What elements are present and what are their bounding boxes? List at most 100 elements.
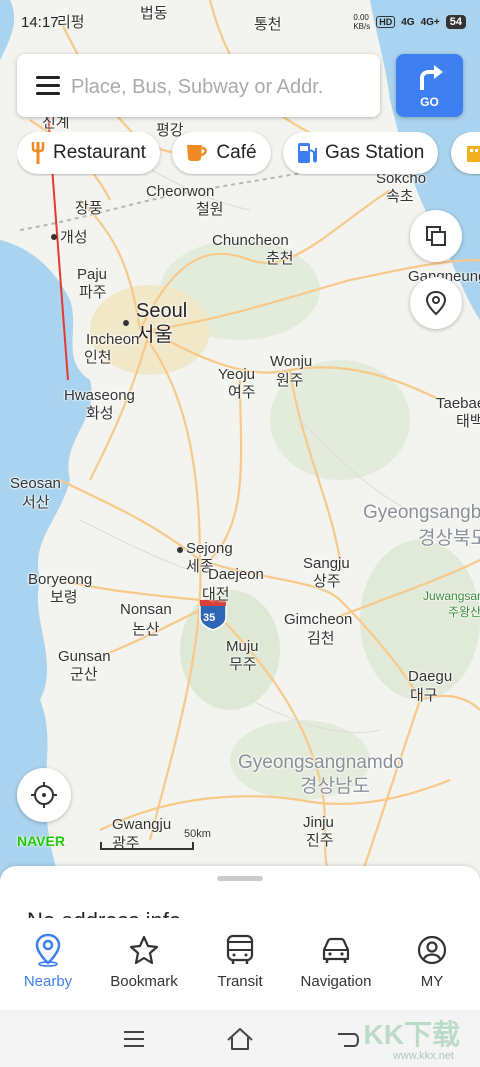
map-label: Gwangju bbox=[112, 816, 172, 833]
bottom-sheet[interactable]: No address info bbox=[0, 866, 480, 926]
building-icon bbox=[466, 146, 480, 162]
search-bar[interactable] bbox=[17, 54, 380, 117]
go-directions-button[interactable]: GO bbox=[396, 54, 463, 117]
menu-lines-icon bbox=[124, 1031, 144, 1047]
map-label: Juwangsan bbox=[423, 589, 480, 603]
tab-my-label: MY bbox=[420, 973, 444, 990]
status-time: 14:17 bbox=[21, 14, 59, 31]
map-label: Daejeon bbox=[208, 566, 264, 583]
map-label: 진주 bbox=[306, 832, 334, 849]
map-label: 보령 bbox=[50, 589, 78, 606]
location-pin-icon bbox=[35, 933, 61, 967]
map-label: 서울 bbox=[136, 324, 173, 346]
map-label: 주왕산 bbox=[448, 605, 480, 619]
go-label: GO bbox=[420, 95, 439, 109]
map-label: 장풍 bbox=[75, 200, 103, 217]
signal-4g-plus-icon: 4G+ bbox=[420, 16, 440, 28]
map-label: 인천 bbox=[84, 349, 112, 366]
map-label: 경상북도 bbox=[418, 528, 480, 549]
status-bar: 14:17 0.00 KB/s HD 4G 4G+ 54 bbox=[0, 0, 480, 46]
home-icon bbox=[227, 1028, 253, 1050]
map-label: Wonju bbox=[270, 353, 313, 370]
map-label: Seoul bbox=[136, 300, 188, 322]
search-input[interactable] bbox=[69, 69, 373, 105]
tab-nearby[interactable]: Nearby bbox=[0, 918, 96, 1010]
tab-transit-label: Transit bbox=[217, 973, 263, 990]
pin-button[interactable] bbox=[410, 277, 462, 329]
my-location-button[interactable] bbox=[17, 768, 71, 822]
map-label: 무주 bbox=[229, 656, 257, 673]
map-label: Incheon bbox=[86, 331, 140, 348]
map-label: Gunsan bbox=[58, 648, 111, 665]
map-label: 춘천 bbox=[266, 250, 294, 267]
sys-back-button[interactable] bbox=[333, 1026, 363, 1052]
tab-bookmark-label: Bookmark bbox=[110, 973, 178, 990]
map-label: Jinju bbox=[303, 814, 334, 831]
map-label: Cheorwon bbox=[146, 183, 215, 200]
map-label: Chuncheon bbox=[212, 232, 289, 249]
map-label: 태백 bbox=[456, 413, 480, 430]
watermark-url: www.kkx.net bbox=[392, 1050, 454, 1062]
tab-my[interactable]: MY bbox=[384, 918, 480, 1010]
map-label: 대구 bbox=[410, 687, 438, 704]
map-label: Daegu bbox=[408, 668, 453, 685]
chip-gas-station[interactable]: Gas Station bbox=[283, 132, 439, 174]
map-label: 군산 bbox=[70, 666, 98, 683]
map-label: Hwaseong bbox=[64, 387, 135, 404]
map-label: 파주 bbox=[79, 284, 107, 301]
sheet-drag-handle[interactable] bbox=[217, 876, 263, 881]
category-chips: Restaurant Café Gas Station bbox=[17, 132, 480, 176]
turn-right-arrow-icon bbox=[419, 65, 443, 90]
map-label: 대전 bbox=[202, 586, 230, 603]
hd-icon: HD bbox=[376, 16, 396, 28]
map-label: 경상남도 bbox=[300, 776, 370, 797]
tab-navigation-label: Navigation bbox=[300, 973, 372, 990]
chip-restaurant[interactable]: Restaurant bbox=[17, 132, 160, 174]
map-label: Seosan bbox=[10, 475, 61, 492]
map-label: Gyeongsangnamdo bbox=[238, 752, 404, 773]
map-label: 여주 bbox=[228, 384, 256, 401]
map-label: 화성 bbox=[86, 405, 114, 422]
bottom-tab-bar: Nearby Bookmark Transit Navigation MY bbox=[0, 918, 480, 1010]
scale-label: 50km bbox=[184, 828, 211, 840]
naver-logo: NAVER bbox=[17, 833, 65, 849]
gas-pump-icon bbox=[298, 143, 317, 163]
bus-icon bbox=[226, 934, 254, 964]
signal-4g-icon: 4G bbox=[401, 16, 415, 28]
map-label: Sejong bbox=[186, 540, 233, 557]
layers-icon bbox=[426, 226, 446, 246]
layers-button[interactable] bbox=[410, 210, 462, 262]
status-icons: 0.00 KB/s HD 4G 4G+ 54 bbox=[353, 13, 466, 31]
restaurant-icon bbox=[31, 142, 45, 164]
car-icon bbox=[322, 937, 350, 963]
star-icon bbox=[129, 935, 159, 965]
chip-cafe[interactable]: Café bbox=[172, 132, 271, 174]
tab-navigation[interactable]: Navigation bbox=[288, 918, 384, 1010]
map-label: 35 bbox=[203, 612, 216, 624]
watermark-logo: KK下载 bbox=[363, 1019, 460, 1050]
crosshair-icon bbox=[31, 782, 57, 808]
sys-home-button[interactable] bbox=[225, 1026, 255, 1052]
map-label: Sangju bbox=[303, 555, 350, 572]
map-label: 서산 bbox=[22, 494, 50, 511]
sys-menu-button[interactable] bbox=[119, 1026, 149, 1052]
coffee-cup-icon bbox=[187, 145, 208, 161]
tab-nearby-label: Nearby bbox=[23, 973, 73, 990]
user-icon bbox=[417, 935, 447, 965]
map-label: Muju bbox=[226, 638, 259, 655]
map-label: 원주 bbox=[276, 372, 304, 389]
map-label: Nonsan bbox=[120, 601, 172, 618]
chip-more[interactable] bbox=[450, 132, 480, 174]
map-label: 개성 bbox=[60, 229, 88, 246]
map-label: Boryeong bbox=[28, 571, 93, 588]
map-label: Taebaek bbox=[436, 395, 480, 412]
map-label: Gimcheon bbox=[284, 611, 353, 628]
map-pin-icon bbox=[425, 290, 447, 316]
map-label: 김천 bbox=[307, 630, 335, 647]
tab-transit[interactable]: Transit bbox=[192, 918, 288, 1010]
hamburger-menu-icon[interactable] bbox=[36, 76, 60, 96]
map-label: Gyeongsangbukdo bbox=[363, 502, 480, 523]
map-label: 논산 bbox=[132, 621, 160, 638]
tab-bookmark[interactable]: Bookmark bbox=[96, 918, 192, 1010]
map-label: 철원 bbox=[196, 201, 224, 218]
